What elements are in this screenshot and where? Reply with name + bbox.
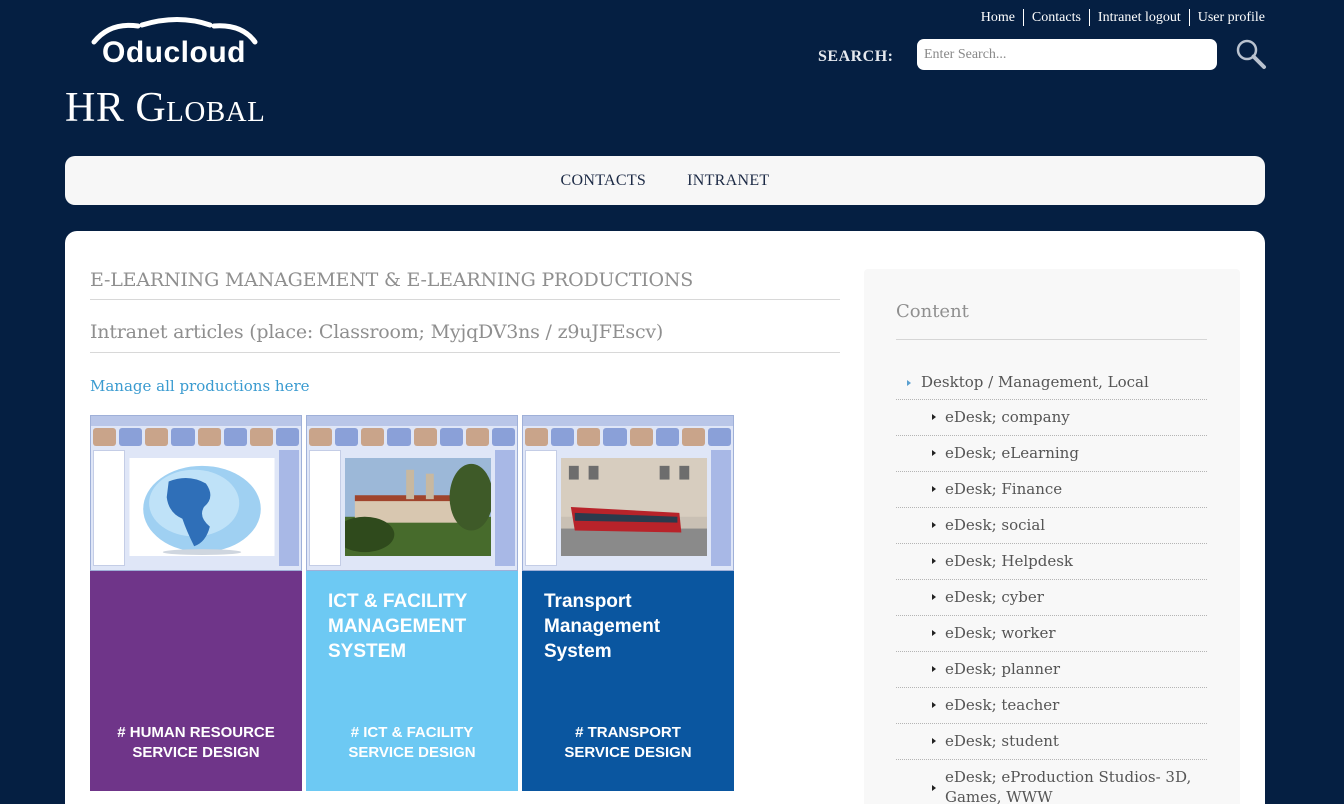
main-nav: CONTACTS INTRANET — [65, 156, 1265, 205]
search-button[interactable] — [1235, 38, 1267, 70]
tram-image — [561, 458, 707, 556]
bullet-arrow-icon — [932, 522, 936, 528]
bullet-arrow-icon — [932, 558, 936, 564]
bullet-arrow-icon — [932, 630, 936, 636]
tree-item-worker[interactable]: eDesk; worker — [896, 616, 1207, 652]
bullet-arrow-icon — [932, 486, 936, 492]
globe-image — [129, 458, 275, 556]
tile-footer-line1: # ICT & FACILITY — [350, 724, 474, 741]
tree-item-finance[interactable]: eDesk; Finance — [896, 472, 1207, 508]
sidebar: Content Desktop / Management, Local eDes… — [864, 269, 1240, 804]
content-tree: Desktop / Management, Local eDesk; compa… — [896, 366, 1207, 804]
tile-ict-facility[interactable]: ICT & FACILITY MANAGEMENT SYSTEM # ICT &… — [306, 415, 518, 791]
tile-human-resource[interactable]: # HUMAN RESOURCE SERVICE DESIGN — [90, 415, 302, 791]
page-heading: E-LEARNING MANAGEMENT & E-LEARNING PRODU… — [90, 269, 840, 300]
bullet-arrow-icon — [932, 594, 936, 600]
tree-item-label: eDesk; eProduction Studios- 3D, Games, W… — [945, 768, 1192, 804]
search-label: SEARCH: — [818, 48, 894, 65]
tree-item-label: eDesk; planner — [945, 660, 1061, 678]
tile-footer: # TRANSPORT SERVICE DESIGN — [522, 723, 734, 763]
tree-item-label: eDesk; Helpdesk — [945, 552, 1074, 570]
tile-footer-line1: # HUMAN RESOURCE — [117, 724, 275, 741]
main-content: E-LEARNING MANAGEMENT & E-LEARNING PRODU… — [65, 231, 1265, 804]
tile-panel: Transport Management System # TRANSPORT … — [522, 571, 734, 791]
tree-item-desktop[interactable]: Desktop / Management, Local — [896, 366, 1207, 400]
intranet-logout-link[interactable]: Intranet logout — [1088, 9, 1189, 26]
logo[interactable]: Oducloud — [90, 16, 260, 72]
bullet-arrow-icon — [932, 702, 936, 708]
tree-item-label: eDesk; teacher — [945, 696, 1060, 714]
search-icon — [1236, 39, 1266, 69]
tree-item-label: Desktop / Management, Local — [921, 373, 1149, 391]
tile-panel: ICT & FACILITY MANAGEMENT SYSTEM # ICT &… — [306, 571, 518, 791]
tile-footer-line2: SERVICE DESIGN — [564, 744, 692, 761]
top-links: Home Contacts Intranet logout User profi… — [981, 9, 1265, 26]
expand-arrow-icon — [907, 380, 911, 386]
castle-image — [335, 458, 493, 556]
tile-footer-line1: # TRANSPORT — [575, 724, 681, 741]
tree-item-elearning[interactable]: eDesk; eLearning — [896, 436, 1207, 472]
bullet-arrow-icon — [932, 738, 936, 744]
tree-item-planner[interactable]: eDesk; planner — [896, 652, 1207, 688]
tree-item-label: eDesk; eLearning — [945, 444, 1079, 462]
tree-item-label: eDesk; company — [945, 408, 1070, 426]
tree-item-teacher[interactable]: eDesk; teacher — [896, 688, 1207, 724]
tile-screenshot — [306, 415, 518, 571]
sidebar-title: Content — [896, 301, 1207, 340]
search-input[interactable] — [917, 39, 1217, 70]
tile-footer: # HUMAN RESOURCE SERVICE DESIGN — [90, 723, 302, 763]
bullet-arrow-icon — [932, 450, 936, 456]
tree-item-label: eDesk; worker — [945, 624, 1056, 642]
tree-item-cyber[interactable]: eDesk; cyber — [896, 580, 1207, 616]
bullet-arrow-icon — [932, 414, 936, 420]
page-subheading: Intranet articles (place: Classroom; Myj… — [90, 321, 840, 353]
tree-item-label: eDesk; student — [945, 732, 1059, 750]
tile-footer-line2: SERVICE DESIGN — [132, 744, 260, 761]
tile-footer-line2: SERVICE DESIGN — [348, 744, 476, 761]
tree-item-student[interactable]: eDesk; student — [896, 724, 1207, 760]
logo-text: Oducloud — [102, 36, 246, 69]
tile-transport[interactable]: Transport Management System # TRANSPORT … — [522, 415, 734, 791]
manage-productions-link[interactable]: Manage all productions here — [90, 377, 310, 395]
user-profile-link[interactable]: User profile — [1188, 9, 1265, 26]
tree-item-label: eDesk; social — [945, 516, 1046, 534]
tree-item-label: eDesk; cyber — [945, 588, 1044, 606]
nav-intranet[interactable]: INTRANET — [687, 172, 769, 190]
tile-title: Transport Management System — [544, 591, 661, 662]
tile-title: ICT & FACILITY MANAGEMENT SYSTEM — [328, 591, 467, 662]
tile-footer: # ICT & FACILITY SERVICE DESIGN — [306, 723, 518, 763]
tree-item-eproduction[interactable]: eDesk; eProduction Studios- 3D, Games, W… — [896, 760, 1207, 804]
home-link[interactable]: Home — [981, 9, 1023, 26]
tree-item-helpdesk[interactable]: eDesk; Helpdesk — [896, 544, 1207, 580]
site-title: HR Global — [65, 85, 266, 131]
production-tiles: # HUMAN RESOURCE SERVICE DESIGN ICT & FA… — [90, 415, 734, 791]
nav-contacts[interactable]: CONTACTS — [561, 172, 647, 190]
tree-item-social[interactable]: eDesk; social — [896, 508, 1207, 544]
tree-item-company[interactable]: eDesk; company — [896, 400, 1207, 436]
tile-screenshot — [90, 415, 302, 571]
tile-panel: # HUMAN RESOURCE SERVICE DESIGN — [90, 571, 302, 791]
tile-screenshot — [522, 415, 734, 571]
tree-item-label: eDesk; Finance — [945, 480, 1063, 498]
bullet-arrow-icon — [932, 785, 936, 791]
contacts-link[interactable]: Contacts — [1022, 9, 1089, 26]
bullet-arrow-icon — [932, 666, 936, 672]
